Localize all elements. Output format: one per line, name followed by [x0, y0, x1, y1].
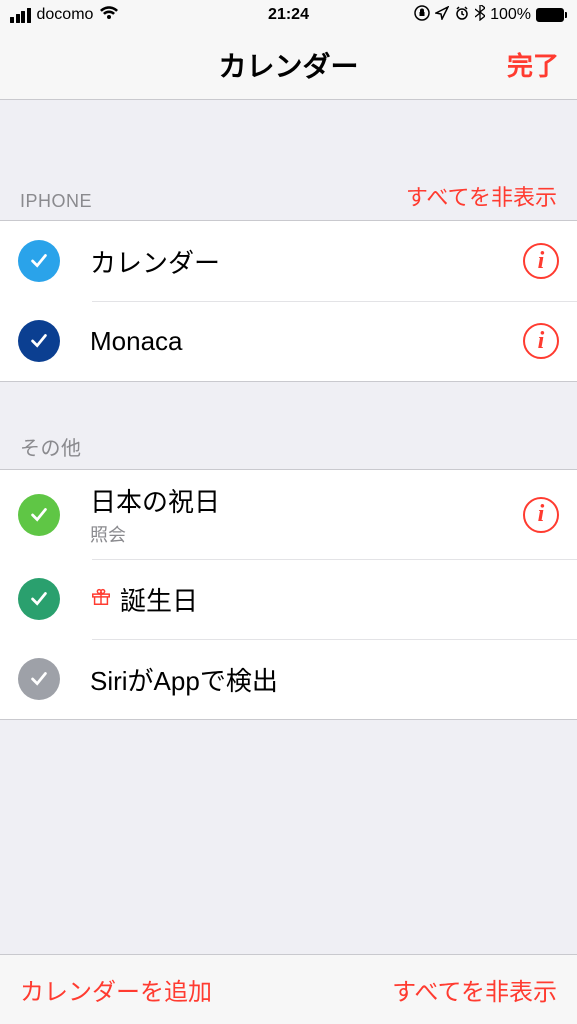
calendar-name: 日本の祝日 [90, 482, 523, 519]
status-time: 21:24 [268, 6, 309, 24]
check-icon[interactable] [18, 240, 60, 282]
row-text: Monaca [90, 326, 523, 357]
row-text: 誕生日 [90, 581, 559, 618]
calendar-name: 誕生日 [120, 581, 198, 618]
calendar-sub: 照会 [90, 521, 523, 547]
row-text: SiriがAppで検出 [90, 661, 559, 698]
toolbar: カレンダーを追加 すべてを非表示 [0, 954, 577, 1024]
status-right: 100% [414, 5, 567, 26]
info-button[interactable]: i [523, 497, 559, 533]
section-title: その他 [20, 432, 82, 461]
calendar-list-iphone: カレンダー i Monaca i [0, 220, 577, 382]
info-button[interactable]: i [523, 243, 559, 279]
calendar-row[interactable]: Monaca i [0, 301, 577, 381]
calendar-name: Monaca [90, 326, 523, 357]
section-header-other: その他 [0, 432, 577, 469]
signal-icon [10, 8, 31, 23]
page-title: カレンダー [218, 45, 358, 85]
location-icon [435, 6, 449, 25]
info-button[interactable]: i [523, 323, 559, 359]
calendar-row[interactable]: 誕生日 [0, 559, 577, 639]
calendar-list-other: 日本の祝日 照会 i 誕生日 SiriがAppで検出 [0, 469, 577, 720]
check-icon[interactable] [18, 320, 60, 362]
calendar-row[interactable]: カレンダー i [0, 221, 577, 301]
lock-rotation-icon [414, 5, 430, 26]
calendar-row[interactable]: 日本の祝日 照会 i [0, 470, 577, 559]
hide-all-button[interactable]: すべてを非表示 [392, 972, 557, 1007]
calendar-name: SiriがAppで検出 [90, 661, 559, 698]
battery-icon [536, 8, 567, 22]
row-text: カレンダー [90, 243, 523, 280]
done-button[interactable]: 完了 [507, 46, 559, 83]
hide-all-iphone-button[interactable]: すべてを非表示 [406, 180, 557, 212]
check-icon[interactable] [18, 658, 60, 700]
add-calendar-button[interactable]: カレンダーを追加 [20, 972, 212, 1007]
calendar-row[interactable]: SiriがAppで検出 [0, 639, 577, 719]
check-icon[interactable] [18, 494, 60, 536]
carrier-label: docomo [37, 6, 94, 24]
gift-icon [90, 585, 112, 613]
calendar-name: カレンダー [90, 243, 523, 280]
battery-percent: 100% [490, 6, 531, 24]
status-bar: docomo 21:24 100% [0, 0, 577, 30]
nav-bar: カレンダー 完了 [0, 30, 577, 100]
wifi-icon [99, 5, 119, 26]
alarm-icon [454, 5, 470, 26]
section-title: IPHONE [20, 191, 92, 212]
check-icon[interactable] [18, 578, 60, 620]
bluetooth-icon [475, 5, 485, 26]
section-header-iphone: IPHONE すべてを非表示 [0, 180, 577, 220]
row-text: 日本の祝日 照会 [90, 482, 523, 547]
status-left: docomo [10, 5, 119, 26]
